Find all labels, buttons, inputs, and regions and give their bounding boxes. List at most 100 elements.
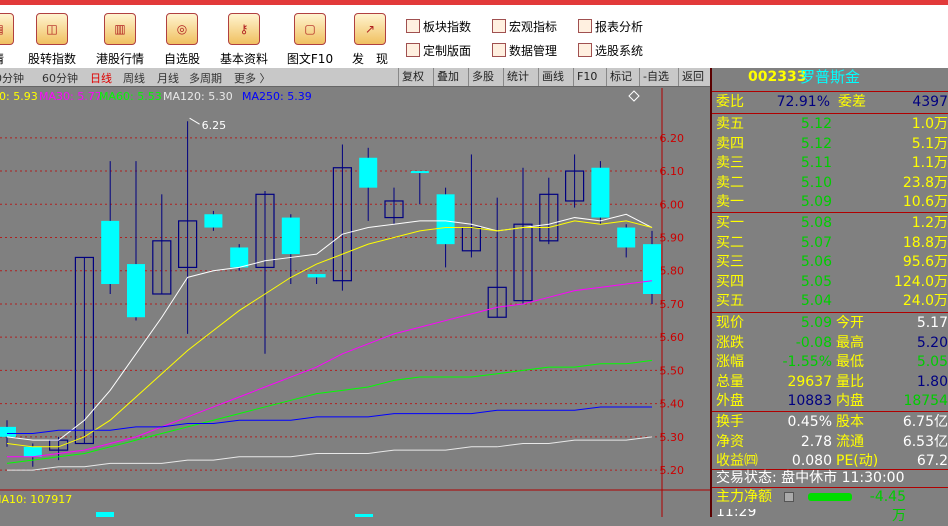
stock-code: 002333 xyxy=(748,69,807,85)
stat-v2: 5.20 xyxy=(916,334,948,351)
period-tab-4[interactable]: 月线 xyxy=(157,70,179,86)
sell-level-1-row[interactable]: 卖一 5.09 10.6万 xyxy=(712,193,948,212)
buy-level-3-price: 5.06 xyxy=(800,254,832,270)
sell-level-4-price: 5.12 xyxy=(800,135,832,152)
y-tick-label: 5.80 xyxy=(660,265,685,278)
candle-body xyxy=(230,247,249,268)
stat-row: 总量 29637 量比 1.80 xyxy=(712,373,948,392)
chart-tool-button-5[interactable]: F10 xyxy=(573,68,600,86)
stat2-row: 净资 2.78 流通 6.53亿 xyxy=(712,433,948,452)
period-bar: 30分钟 60分钟日线周线月线多周期更多 〉 复权叠加多股统计画线 F10 标记-自选… xyxy=(0,68,710,87)
chart-tool-button-6[interactable]: 标记 xyxy=(606,68,635,86)
buy-level-1-row[interactable]: 买一 5.08 1.2万 xyxy=(712,214,948,233)
period-tab-6[interactable]: 更多 〉 xyxy=(234,70,271,86)
sell-level-2-row[interactable]: 卖二 5.10 23.8万 xyxy=(712,174,948,193)
stat-v2: 5.17 xyxy=(916,315,948,331)
macro-indicator-button[interactable]: 宏观指标 xyxy=(492,16,557,36)
volume-legend: MA10: 107917 xyxy=(0,493,72,506)
main-toolbar: ▤情◫股转指数▥港股行情◎自选股⚷基本资料▢图文F10↗发 现 板块指数宏观指标… xyxy=(0,0,948,68)
buy-level-3-row[interactable]: 买三 5.06 95.6万 xyxy=(712,253,948,272)
candle-body xyxy=(643,244,661,294)
report-analysis-button[interactable]: 报表分析 xyxy=(578,16,643,36)
buy-level-4-row[interactable]: 买四 5.05 124.0万 xyxy=(712,273,948,292)
stat-l1: 现价 xyxy=(716,315,744,331)
sector-index-button[interactable]: 板块指数 xyxy=(406,16,471,36)
toolbar-small-label: 数据管理 xyxy=(509,43,558,58)
chart-tool-button-7[interactable]: -自选 xyxy=(639,68,672,86)
toolbar-button-3[interactable]: ◎ 自选股 xyxy=(150,11,214,67)
weicha-label: 委差 xyxy=(838,94,866,110)
toolbar-button-6[interactable]: ↗ 发 现 xyxy=(338,11,402,67)
buy-level-3-volume: 95.6万 xyxy=(902,254,948,270)
y-tick-label: 5.60 xyxy=(660,331,685,344)
document-icon: ▢ xyxy=(294,13,326,45)
candle-body xyxy=(0,426,16,437)
stat-l2: 今开 xyxy=(836,315,864,331)
buy-level-2-label: 买二 xyxy=(716,234,744,251)
chart-tool-button-2[interactable]: 多股 xyxy=(468,68,497,86)
candle-body xyxy=(204,214,223,228)
buy-level-5-volume: 24.0万 xyxy=(902,293,948,309)
sell-level-4-label: 卖四 xyxy=(716,135,744,152)
toolbar-button-4[interactable]: ⚷ 基本资料 xyxy=(212,11,276,67)
period-tab-1[interactable]: 60分钟 xyxy=(42,70,78,86)
period-tab-3[interactable]: 周线 xyxy=(123,70,145,86)
kline-chart[interactable]: 6.20 6.10 6.00 5.90 5.80 5.70 5.60 5.50 5.40 5.30… xyxy=(0,88,710,517)
stat-row: 涨幅 -1.55% 最低 5.05 xyxy=(712,353,948,372)
bar-chart-icon: ▥ xyxy=(104,13,136,45)
data-manage-icon xyxy=(492,43,506,57)
stock-select-button[interactable]: 选股系统 xyxy=(578,40,643,60)
ma-legend-3: MA120: 5.30 xyxy=(163,90,233,103)
candle-body xyxy=(617,227,636,248)
candle-body xyxy=(410,171,429,174)
toolbar-button-1[interactable]: ◫ 股转指数 xyxy=(20,11,84,67)
buy-level-5-row[interactable]: 买五 5.04 24.0万 xyxy=(712,292,948,311)
stat-l2: 内盘 xyxy=(836,393,864,409)
stat2-l2: 流通 xyxy=(836,433,864,450)
chart-tool-button-8[interactable]: 返回 xyxy=(678,68,707,86)
candle-body xyxy=(307,274,326,278)
data-manage-button[interactable]: 数据管理 xyxy=(492,40,557,60)
custom-layout-button[interactable]: 定制版面 xyxy=(406,40,471,60)
y-tick-label: 5.40 xyxy=(660,398,685,411)
trade-status: 交易状态: 盘中休市 11:30:00 xyxy=(712,469,948,487)
chart-tool-button-0[interactable]: 复权 xyxy=(398,68,427,86)
chart-tool-button-3[interactable]: 统计 xyxy=(503,68,532,86)
stat-row: 现价 5.09 今开 5.17 xyxy=(712,314,948,333)
toolbar-button-2[interactable]: ▥ 港股行情 xyxy=(88,11,152,67)
ma-legend-2: MA60: 5.53 xyxy=(99,90,162,103)
sell-level-4-volume: 5.1万 xyxy=(911,135,948,152)
toolbar-button-label: 图文F10 xyxy=(286,52,334,66)
webi-value: 72.91% xyxy=(776,94,830,110)
stat2-row: 换手 0.45% 股本 6.75亿 xyxy=(712,413,948,432)
buy-level-2-price: 5.07 xyxy=(800,234,832,251)
y-tick-label: 5.30 xyxy=(660,431,685,444)
toolbar-button-5[interactable]: ▢ 图文F10 xyxy=(278,11,342,67)
toolbar-button-label: 股转指数 xyxy=(27,52,76,66)
chart-tool-button-4[interactable]: 画线 xyxy=(538,68,567,86)
macro-indicator-icon xyxy=(492,19,506,33)
y-tick-label: 6.00 xyxy=(660,198,685,211)
high-price-label: 6.25 xyxy=(202,119,227,132)
ma-legend-4: MA250: 5.39 xyxy=(242,90,312,103)
sell-level-5-volume: 1.0万 xyxy=(911,116,948,132)
main-force-row: 主力净额 -4.45万 xyxy=(712,488,948,524)
weicha-value: 4397 xyxy=(912,94,948,110)
sell-level-3-row[interactable]: 卖三 5.11 1.1万 xyxy=(712,154,948,173)
toolbar-small-label: 定制版面 xyxy=(423,43,472,58)
sell-level-5-row[interactable]: 卖五 5.12 1.0万 xyxy=(712,115,948,134)
sell-level-3-label: 卖三 xyxy=(716,155,744,171)
buy-level-2-row[interactable]: 买二 5.07 18.8万 xyxy=(712,234,948,253)
buy-level-4-label: 买四 xyxy=(716,273,744,290)
chart-tool-button-1[interactable]: 叠加 xyxy=(433,68,462,86)
period-tab-5[interactable]: 多周期 xyxy=(189,70,222,86)
period-tab-2[interactable]: 日线 xyxy=(90,70,112,86)
stat-l2: 最高 xyxy=(836,334,864,351)
sell-level-4-row[interactable]: 卖四 5.12 5.1万 xyxy=(712,135,948,154)
toolbar-button-label: 基本资料 xyxy=(219,52,268,66)
main-force-icon[interactable] xyxy=(784,492,794,502)
stock-title: 002333 罗普斯金 xyxy=(712,68,948,90)
kline-chart-area[interactable]: 6.20 6.10 6.00 5.90 5.80 5.70 5.60 5.50 5.40 5.30… xyxy=(0,88,710,517)
candle-body xyxy=(23,446,42,457)
period-tab-0[interactable]: 30分钟 xyxy=(0,70,24,86)
